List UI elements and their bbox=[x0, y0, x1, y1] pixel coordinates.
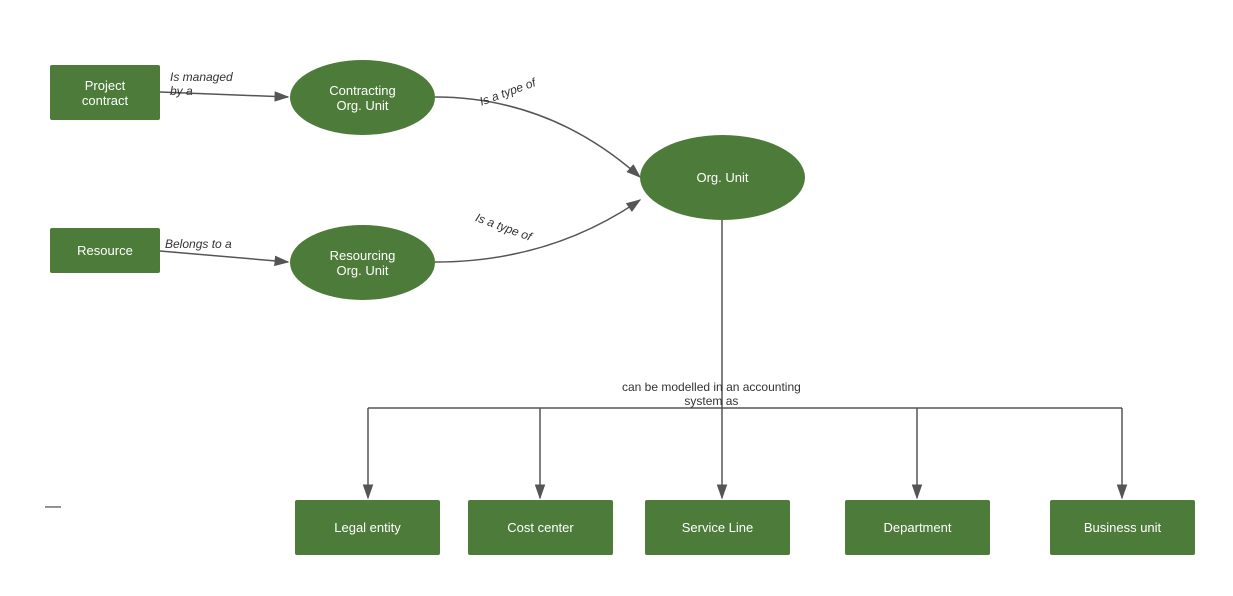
legal-entity-node: Legal entity bbox=[295, 500, 440, 555]
minus-sign: — bbox=[45, 498, 61, 516]
is-managed-by-label: Is managed by a bbox=[170, 70, 233, 98]
resource-node: Resource bbox=[50, 228, 160, 273]
resourcing-org-unit-node: Resourcing Org. Unit bbox=[290, 225, 435, 300]
can-be-modelled-label: can be modelled in an accounting system … bbox=[622, 380, 801, 408]
belongs-to-label: Belongs to a bbox=[165, 237, 232, 251]
department-node: Department bbox=[845, 500, 990, 555]
is-type-of-1-label: Is a type of bbox=[478, 75, 538, 108]
service-line-node: Service Line bbox=[645, 500, 790, 555]
is-type-of-2-label: Is a type of bbox=[474, 210, 534, 243]
business-unit-node: Business unit bbox=[1050, 500, 1195, 555]
project-contract-node: Project contract bbox=[50, 65, 160, 120]
diagram-container: Project contract Contracting Org. Unit R… bbox=[0, 0, 1233, 596]
org-unit-node: Org. Unit bbox=[640, 135, 805, 220]
contracting-org-unit-node: Contracting Org. Unit bbox=[290, 60, 435, 135]
cost-center-node: Cost center bbox=[468, 500, 613, 555]
